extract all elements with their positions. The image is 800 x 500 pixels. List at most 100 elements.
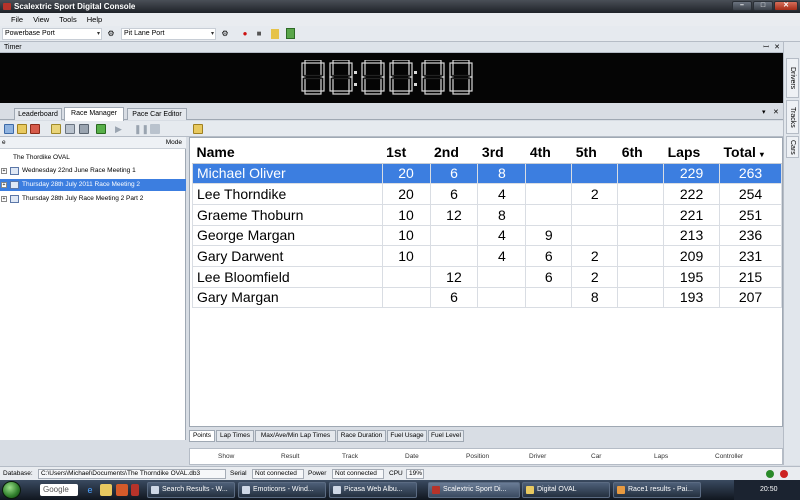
table-row[interactable]: Gary Margan 6 8 193 207 bbox=[192, 286, 782, 309]
menu-help[interactable]: Help bbox=[82, 13, 107, 26]
column-header-show[interactable]: Show bbox=[218, 453, 234, 460]
new-meeting-icon[interactable] bbox=[4, 124, 14, 134]
pitlane-port-select[interactable]: Pit Lane Port ▾ bbox=[121, 28, 216, 40]
column-header-1st[interactable]: 1st bbox=[382, 142, 430, 164]
task-paint[interactable]: Race1 results - Pai... bbox=[613, 482, 701, 498]
refresh-icon[interactable] bbox=[96, 124, 106, 134]
add-icon[interactable] bbox=[65, 124, 75, 134]
drivers-dock-tab[interactable]: Drivers bbox=[786, 58, 799, 98]
column-header-4th[interactable]: 4th bbox=[525, 142, 572, 164]
tabs-dropdown-icon[interactable]: ▾ bbox=[762, 108, 766, 116]
tree-item-meeting[interactable]: + Thursday 28th July Race Meeting 2 Part… bbox=[0, 193, 186, 205]
cars-dock-tab[interactable]: Cars bbox=[786, 136, 799, 158]
column-header-3rd[interactable]: 3rd bbox=[477, 142, 526, 164]
column-header-driver[interactable]: Driver bbox=[529, 453, 546, 460]
table-cell: 222 bbox=[663, 183, 721, 205]
stop-icon[interactable]: ■ bbox=[253, 28, 265, 40]
delete-icon[interactable] bbox=[30, 124, 40, 134]
task-scalextric[interactable]: Scalextric Sport Di... bbox=[428, 482, 520, 498]
menu-file[interactable]: File bbox=[6, 13, 28, 26]
record-icon[interactable]: ● bbox=[239, 28, 251, 40]
stop-square-icon[interactable] bbox=[150, 124, 160, 134]
calendar-icon bbox=[10, 195, 19, 203]
column-header-position[interactable]: Position bbox=[466, 453, 489, 460]
column-header-track[interactable]: Track bbox=[342, 453, 358, 460]
task-emoticons[interactable]: Emoticons - Wind... bbox=[238, 482, 326, 498]
tab-max-ave-min-lap-times[interactable]: Max/Ave/Min Lap Times bbox=[255, 430, 336, 442]
expand-icon[interactable]: + bbox=[1, 182, 7, 188]
table-row[interactable]: Lee Bloomfield 12 6 2 195 215 bbox=[192, 265, 782, 288]
column-header-2nd[interactable]: 2nd bbox=[430, 142, 478, 164]
app-quicklaunch-icon[interactable] bbox=[131, 484, 139, 496]
flag-icon[interactable] bbox=[271, 29, 279, 39]
column-header-total[interactable]: Total ▾ bbox=[719, 142, 782, 164]
menu-view[interactable]: View bbox=[28, 13, 54, 26]
expand-icon[interactable]: + bbox=[1, 168, 7, 174]
tab-fuel-usage[interactable]: Fuel Usage bbox=[387, 430, 427, 442]
column-header-5th[interactable]: 5th bbox=[571, 142, 618, 164]
tree-item-meeting-selected[interactable]: + Thursday 28th July 2011 Race Meeting 2 bbox=[0, 179, 186, 191]
start-button[interactable] bbox=[2, 481, 21, 499]
table-cell: 207 bbox=[719, 286, 782, 309]
database-label: Database: bbox=[3, 470, 33, 477]
table-row[interactable]: Gary Darwent 10 4 6 2 209 231 bbox=[192, 245, 782, 267]
tracks-dock-tab[interactable]: Tracks bbox=[786, 100, 799, 134]
close-tab-icon[interactable]: ✕ bbox=[773, 108, 779, 116]
open-folder-icon[interactable] bbox=[17, 124, 27, 134]
column-header-result[interactable]: Result bbox=[281, 453, 299, 460]
expand-icon[interactable]: + bbox=[1, 196, 7, 202]
tree-item-track[interactable]: The Thordike OVAL bbox=[0, 152, 186, 164]
digit-segment bbox=[392, 74, 410, 80]
grid-icon[interactable] bbox=[79, 124, 89, 134]
tree-item-meeting[interactable]: + Wednesday 22nd June Race Meeting 1 bbox=[0, 165, 186, 177]
column-header-laps[interactable]: Laps bbox=[654, 453, 668, 460]
tab-leaderboard[interactable]: Leaderboard bbox=[14, 108, 62, 120]
table-row[interactable]: Graeme Thoburn 10 12 8 221 251 bbox=[192, 203, 782, 226]
table-row[interactable]: Lee Thorndike 20 6 4 2 222 254 bbox=[192, 183, 782, 205]
task-digital-oval[interactable]: Digital OVAL bbox=[522, 482, 610, 498]
paint-icon bbox=[617, 486, 625, 494]
results-table: Name 1st 2nd 3rd 4th 5th 6th Laps Total … bbox=[192, 142, 782, 309]
serial-indicator-icon bbox=[766, 470, 774, 478]
timer-panel-header: Timer ꟷ ✕ bbox=[0, 42, 783, 53]
powerbase-port-select[interactable]: Powerbase Port ▾ bbox=[2, 28, 102, 40]
driver-name-cell: Graeme Thoburn bbox=[192, 203, 383, 226]
flag-icon[interactable] bbox=[193, 124, 203, 134]
search-icon[interactable] bbox=[51, 124, 61, 134]
column-header-laps[interactable]: Laps bbox=[663, 142, 720, 164]
column-header-date[interactable]: Date bbox=[405, 453, 419, 460]
tab-fuel-level[interactable]: Fuel Level bbox=[428, 430, 464, 442]
task-picasa[interactable]: Picasa Web Albu... bbox=[329, 482, 417, 498]
tab-fuel-level-label: Fuel Level bbox=[431, 432, 461, 439]
ie-icon[interactable]: e bbox=[84, 484, 96, 496]
column-header-car[interactable]: Car bbox=[591, 453, 601, 460]
pin-icon[interactable]: ꟷ bbox=[763, 42, 769, 53]
column-header-name[interactable]: Name bbox=[192, 142, 383, 164]
pause-icon[interactable]: ❚❚ bbox=[134, 124, 149, 134]
column-header-controller[interactable]: Controller bbox=[715, 453, 743, 460]
connect-icon[interactable]: ⚙ bbox=[105, 28, 117, 40]
clock[interactable]: 20:50 bbox=[760, 486, 778, 493]
table-cell: 209 bbox=[663, 245, 721, 267]
media-icon[interactable] bbox=[116, 484, 128, 496]
fuel-icon[interactable] bbox=[286, 28, 295, 39]
google-search-box[interactable]: Google bbox=[40, 484, 78, 496]
tab-lap-times[interactable]: Lap Times bbox=[216, 430, 254, 442]
explorer-icon[interactable] bbox=[100, 484, 112, 496]
tab-pace-car-editor[interactable]: Pace Car Editor bbox=[127, 108, 187, 120]
column-header-6th[interactable]: 6th bbox=[617, 142, 664, 164]
table-row[interactable]: George Margan 10 4 9 213 236 bbox=[192, 224, 782, 247]
table-row-selected[interactable]: Michael Oliver 20 6 8 229 263 bbox=[192, 162, 782, 185]
task-search-results[interactable]: Search Results - W... bbox=[147, 482, 235, 498]
tab-race-manager[interactable]: Race Manager bbox=[64, 107, 124, 121]
close-window-button[interactable]: ✕ bbox=[774, 1, 798, 11]
minimize-button[interactable]: – bbox=[732, 1, 752, 11]
menu-tools[interactable]: Tools bbox=[54, 13, 82, 26]
tab-points[interactable]: Points bbox=[189, 430, 215, 442]
maximize-button[interactable]: □ bbox=[753, 1, 773, 11]
connect-pitlane-icon[interactable]: ⚙ bbox=[219, 28, 231, 40]
table-cell bbox=[617, 203, 665, 226]
close-icon[interactable]: ✕ bbox=[774, 42, 780, 53]
play-icon[interactable]: ▶ bbox=[115, 124, 125, 134]
tab-race-duration[interactable]: Race Duration bbox=[337, 430, 386, 442]
